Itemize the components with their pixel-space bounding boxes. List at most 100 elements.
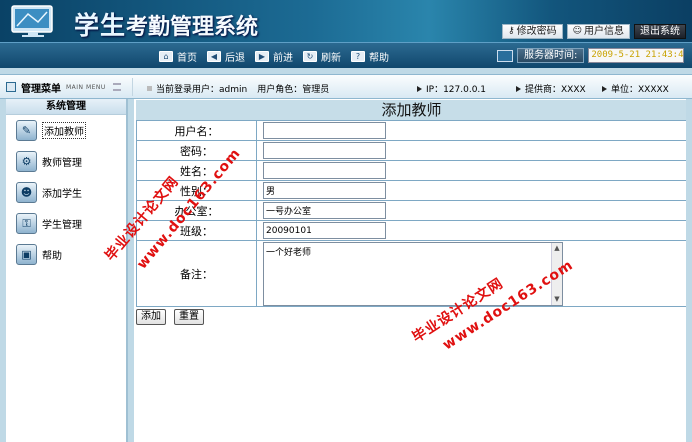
monitor-logo-icon	[11, 5, 53, 37]
app-banner: 学生考勤管理系统 ⚷ 修改密码 ☺ 用户信息 退出系统	[0, 0, 692, 42]
password-input[interactable]	[263, 142, 386, 159]
main-content: 添加教师 用户名： 密码： 姓名： 性别： 办公室： 班级： 备注：	[134, 99, 692, 442]
sidebar-item-teacher-manage[interactable]: ⚙ 教师管理	[6, 146, 126, 177]
sidebar-item-label: 学生管理	[42, 220, 82, 231]
add-button[interactable]: 添加	[136, 309, 166, 325]
scroll-up-icon[interactable]: ▲	[552, 243, 562, 254]
sidebar-item-add-teacher[interactable]: ✎ 添加教师	[6, 115, 126, 146]
class-input[interactable]	[263, 222, 386, 239]
logout-button[interactable]: 退出系统	[634, 24, 686, 39]
username-label: 用户名：	[136, 120, 257, 141]
sidebar: 系统管理 ✎ 添加教师 ⚙ 教师管理 ☻ 添加学生 ⚿ 学生管理 ▣ 帮助	[6, 99, 128, 442]
class-label: 班级：	[136, 220, 257, 241]
form-row-gender: 性别：	[136, 180, 687, 201]
name-label: 姓名：	[136, 160, 257, 181]
username-input[interactable]	[263, 122, 386, 139]
monitor-icon	[497, 49, 513, 62]
gear-icon: ⚙	[16, 151, 37, 172]
nav-back-label: 后退	[225, 53, 245, 64]
menu-icon	[6, 82, 16, 92]
lock-icon: ⚿	[16, 213, 37, 234]
login-user-text: 当前登录用户：admin	[156, 85, 248, 95]
nav-home[interactable]: ⌂ 首页	[159, 49, 197, 64]
sidebar-section-header: 系统管理	[6, 99, 126, 115]
name-input[interactable]	[263, 162, 386, 179]
nav-refresh[interactable]: ↻ 刷新	[303, 49, 341, 64]
provider-text: 提供商：XXXX	[525, 85, 586, 95]
unit-text: 单位：XXXXX	[611, 85, 669, 95]
top-actions: ⚷ 修改密码 ☺ 用户信息 退出系统	[502, 24, 686, 39]
add-teacher-icon: ✎	[16, 120, 37, 141]
menu-subtitle: MAIN MENU	[66, 83, 106, 91]
nav-refresh-label: 刷新	[321, 53, 341, 64]
form-row-office: 办公室：	[136, 200, 687, 221]
sidebar-item-label: 教师管理	[42, 158, 82, 169]
login-user-info: 当前登录用户：admin 用户角色：管理员	[147, 82, 329, 95]
remark-text: 一个好老师	[266, 247, 312, 258]
server-time-label: 服务器时间:	[517, 48, 585, 63]
reset-button[interactable]: 重置	[174, 309, 204, 325]
forward-arrow-icon: ▶	[255, 51, 269, 62]
sidebar-item-add-student[interactable]: ☻ 添加学生	[6, 177, 126, 208]
office-label: 办公室：	[136, 200, 257, 221]
form-title: 添加教师	[136, 100, 687, 120]
form-row-username: 用户名：	[136, 120, 687, 141]
refresh-icon: ↻	[303, 51, 317, 62]
right-edge	[686, 99, 692, 442]
server-time-value: 2009-5-21 21:43:4	[588, 48, 685, 63]
home-icon: ⌂	[159, 51, 173, 62]
office-input[interactable]	[263, 202, 386, 219]
bullet-icon	[147, 86, 152, 91]
change-password-label: 修改密码	[516, 26, 557, 37]
menu-title: 管理菜单	[21, 83, 61, 95]
add-teacher-form: 用户名： 密码： 姓名： 性别： 办公室： 班级： 备注： 一个好老师	[136, 120, 687, 307]
nav-bar: ⌂ 首页 ◀ 后退 ▶ 前进 ↻ 刷新 ? 帮助 服务器时间: 2009-5-21 21:…	[0, 42, 692, 68]
form-row-class: 班级：	[136, 220, 687, 241]
form-row-name: 姓名：	[136, 160, 687, 181]
sidebar-item-student-manage[interactable]: ⚿ 学生管理	[6, 208, 126, 239]
nav-forward[interactable]: ▶ 前进	[255, 49, 293, 64]
form-row-password: 密码：	[136, 140, 687, 161]
nav-home-label: 首页	[177, 53, 197, 64]
remark-label: 备注：	[136, 240, 257, 307]
gender-label: 性别：	[136, 180, 257, 201]
help-icon: ?	[351, 51, 365, 62]
change-password-button[interactable]: ⚷ 修改密码	[502, 24, 563, 39]
provider-info: 提供商：XXXX	[516, 82, 586, 95]
arrow-right-icon	[516, 85, 521, 92]
textarea-scrollbar[interactable]: ▲ ▼	[551, 242, 562, 305]
logout-label: 退出系统	[640, 26, 680, 37]
nav-links: ⌂ 首页 ◀ 后退 ▶ 前进 ↻ 刷新 ? 帮助	[159, 49, 389, 64]
user-info-label: 用户信息	[584, 26, 624, 37]
app-title: 学生考勤管理系统	[74, 6, 259, 40]
unit-info: 单位：XXXXX	[602, 82, 669, 95]
sidebar-item-label: 帮助	[42, 251, 62, 262]
ip-text: IP：127.0.0.1	[426, 85, 487, 95]
user-info-button[interactable]: ☺ 用户信息	[566, 24, 630, 39]
nav-forward-label: 前进	[273, 53, 293, 64]
form-buttons: 添加 重置	[136, 309, 204, 325]
role-text: 用户角色：管理员	[257, 85, 330, 95]
nav-help[interactable]: ? 帮助	[351, 49, 389, 64]
password-label: 密码：	[136, 140, 257, 161]
help-book-icon: ▣	[16, 244, 37, 265]
ip-info: IP：127.0.0.1	[417, 82, 486, 95]
key-icon: ⚷	[508, 26, 515, 36]
scroll-down-icon[interactable]: ▼	[552, 294, 562, 305]
menu-header: 管理菜单 MAIN MENU	[6, 78, 133, 96]
app-title-main: 学生	[74, 11, 127, 40]
sidebar-item-help[interactable]: ▣ 帮助	[6, 239, 126, 270]
form-row-remark: 备注： 一个好老师 ▲ ▼	[136, 240, 687, 307]
remark-textarea[interactable]: 一个好老师 ▲ ▼	[263, 241, 563, 306]
user-add-icon: ☻	[16, 182, 37, 203]
user-icon: ☺	[572, 26, 582, 36]
back-arrow-icon: ◀	[207, 51, 221, 62]
gender-input[interactable]	[263, 182, 386, 199]
arrow-right-icon	[602, 85, 607, 92]
arrow-right-icon	[417, 85, 422, 92]
nav-back[interactable]: ◀ 后退	[207, 49, 245, 64]
menu-collapse-icon[interactable]	[112, 83, 121, 91]
app-title-sub: 考勤管理系统	[126, 14, 259, 40]
sidebar-item-label: 添加教师	[42, 122, 86, 139]
server-time: 服务器时间: 2009-5-21 21:43:4	[497, 48, 685, 63]
